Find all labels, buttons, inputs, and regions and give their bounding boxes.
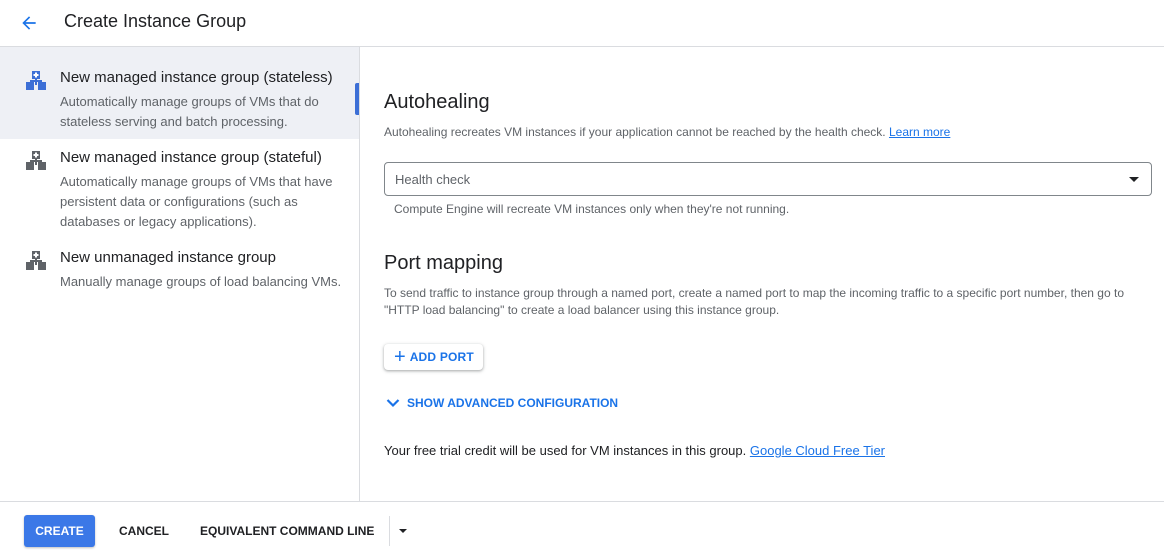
autohealing-description: Autohealing recreates VM instances if yo… bbox=[384, 124, 950, 141]
sidebar-item-description: Manually manage groups of load balancing… bbox=[60, 274, 342, 289]
add-port-label: ADD PORT bbox=[409, 350, 474, 364]
free-trial-text: Your free trial credit will be used for … bbox=[384, 443, 747, 458]
back-button[interactable] bbox=[16, 10, 42, 36]
show-advanced-configuration-toggle[interactable]: SHOW ADVANCED CONFIGURATION bbox=[386, 396, 618, 410]
selected-indicator bbox=[355, 83, 359, 115]
port-mapping-description: To send traffic to instance group throug… bbox=[384, 285, 1154, 319]
health-check-placeholder: Health check bbox=[395, 172, 471, 187]
sidebar-item-title: New unmanaged instance group bbox=[60, 249, 276, 266]
port-mapping-description-line2: "HTTP load balancing" to create a load b… bbox=[384, 303, 780, 317]
instance-group-icon bbox=[26, 251, 46, 270]
sidebar-item-stateless[interactable]: New managed instance group (stateless) A… bbox=[0, 47, 359, 139]
main-content: Autohealing Autohealing recreates VM ins… bbox=[360, 47, 1164, 501]
autohealing-description-text: Autohealing recreates VM instances if yo… bbox=[384, 125, 886, 139]
top-bar: Create Instance Group bbox=[0, 0, 1164, 47]
footer-action-bar: CREATE CANCEL EQUIVALENT COMMAND LINE bbox=[0, 501, 1164, 550]
autohealing-title: Autohealing bbox=[384, 91, 490, 113]
instance-group-icon bbox=[26, 71, 46, 90]
sidebar-item-title: New managed instance group (stateless) bbox=[60, 69, 333, 86]
port-mapping-description-line1: To send traffic to instance group throug… bbox=[384, 286, 1124, 300]
chevron-down-icon bbox=[386, 399, 400, 408]
free-tier-link[interactable]: Google Cloud Free Tier bbox=[750, 443, 885, 458]
plus-icon: + bbox=[394, 346, 406, 368]
learn-more-link[interactable]: Learn more bbox=[889, 125, 950, 139]
free-trial-notice: Your free trial credit will be used for … bbox=[384, 443, 885, 458]
sidebar-item-description: Automatically manage groups of VMs that … bbox=[60, 94, 319, 129]
cancel-button[interactable]: CANCEL bbox=[108, 515, 180, 547]
command-line-dropdown-button[interactable] bbox=[393, 515, 413, 547]
health-check-select[interactable]: Health check bbox=[384, 162, 1152, 196]
add-port-button[interactable]: + ADD PORT bbox=[384, 344, 483, 370]
sidebar-item-stateful[interactable]: New managed instance group (stateful) Au… bbox=[0, 127, 359, 229]
show-advanced-label: SHOW ADVANCED CONFIGURATION bbox=[407, 396, 619, 410]
sidebar-item-unmanaged[interactable]: New unmanaged instance group Manually ma… bbox=[0, 227, 359, 307]
dropdown-arrow-icon bbox=[399, 529, 407, 533]
arrow-back-icon bbox=[22, 16, 36, 30]
sidebar-item-description: Automatically manage groups of VMs that … bbox=[60, 174, 333, 229]
sidebar-item-title: New managed instance group (stateful) bbox=[60, 149, 322, 166]
sidebar: New managed instance group (stateless) A… bbox=[0, 47, 360, 501]
instance-group-icon bbox=[26, 151, 46, 170]
create-button[interactable]: CREATE bbox=[24, 515, 95, 547]
dropdown-arrow-icon bbox=[1129, 177, 1139, 182]
divider bbox=[389, 516, 390, 546]
equivalent-command-line-button[interactable]: EQUIVALENT COMMAND LINE bbox=[190, 515, 384, 547]
health-check-helper: Compute Engine will recreate VM instance… bbox=[394, 202, 790, 216]
port-mapping-title: Port mapping bbox=[384, 252, 503, 274]
page-title: Create Instance Group bbox=[64, 11, 247, 31]
